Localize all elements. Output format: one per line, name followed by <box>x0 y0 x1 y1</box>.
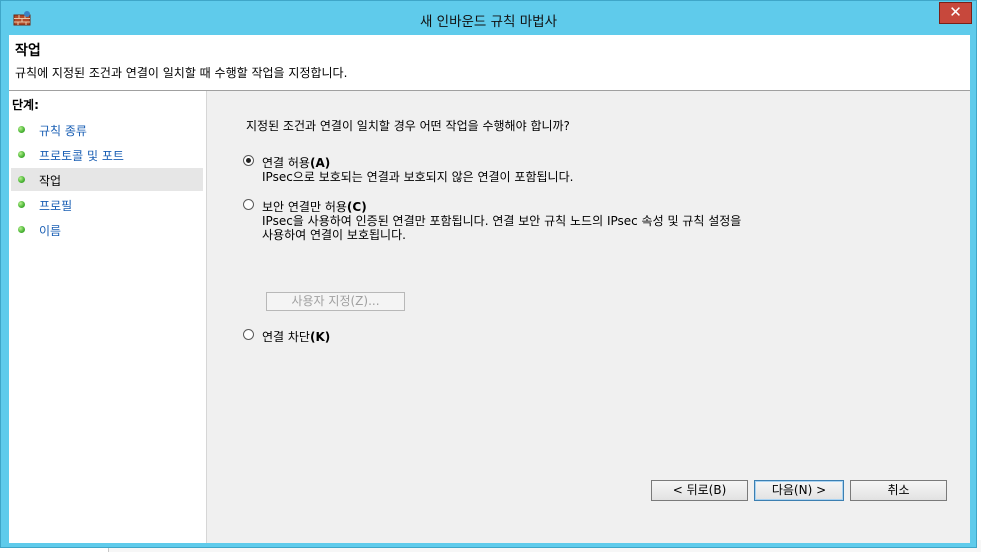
wizard-window: 새 인바운드 규칙 마법사 ✕ 작업 규칙에 지정된 조건과 연결이 일치할 때… <box>0 0 977 548</box>
step-label: 작업 <box>39 174 62 188</box>
step-label: 프로토콜 및 포트 <box>39 149 124 163</box>
allow-secure-description-line2: 사용하여 연결이 보호됩니다. <box>262 228 406 242</box>
page-description: 규칙에 지정된 조건과 연결이 일치할 때 수행할 작업을 지정합니다. <box>15 66 348 80</box>
allow-secure-radio[interactable] <box>243 199 254 210</box>
next-button[interactable]: 다음(N) > <box>754 480 844 501</box>
cancel-button[interactable]: 취소 <box>850 480 947 501</box>
steps-panel: 단계: 규칙 종류 프로토콜 및 포트 작업 프로필 이름 <box>9 91 207 543</box>
close-button[interactable]: ✕ <box>939 2 972 24</box>
green-dot-icon <box>18 176 25 183</box>
allow-secure-description-line1: IPsec을 사용하여 인증된 연결만 포함됩니다. 연결 보안 규칙 노드의 … <box>262 214 742 228</box>
allow-connection-label[interactable]: 연결 허용(A) <box>262 154 330 171</box>
back-button[interactable]: < 뒤로(B) <box>651 480 748 501</box>
title-bar[interactable]: 새 인바운드 규칙 마법사 ✕ <box>1 1 976 35</box>
allow-secure-label[interactable]: 보안 연결만 허용(C) <box>262 198 367 215</box>
block-connection-radio[interactable] <box>243 329 254 340</box>
page-title: 작업 <box>15 43 41 59</box>
steps-heading: 단계: <box>12 98 39 112</box>
green-dot-icon <box>18 201 25 208</box>
step-name[interactable]: 이름 <box>11 218 203 241</box>
action-question: 지정된 조건과 연결이 일치할 경우 어떤 작업을 수행해야 합니까? <box>246 119 570 133</box>
step-protocol-ports[interactable]: 프로토콜 및 포트 <box>11 143 203 166</box>
wizard-header: 작업 규칙에 지정된 조건과 연결이 일치할 때 수행할 작업을 지정합니다. <box>9 35 970 91</box>
block-connection-label[interactable]: 연결 차단(K) <box>262 328 330 345</box>
green-dot-icon <box>18 126 25 133</box>
customize-button[interactable]: 사용자 지정(Z)... <box>266 292 405 311</box>
step-profile[interactable]: 프로필 <box>11 193 203 216</box>
step-action[interactable]: 작업 <box>11 168 203 191</box>
step-label: 프로필 <box>39 199 73 213</box>
allow-connection-radio[interactable] <box>243 155 254 166</box>
wizard-client: 작업 규칙에 지정된 조건과 연결이 일치할 때 수행할 작업을 지정합니다. … <box>9 35 970 543</box>
green-dot-icon <box>18 151 25 158</box>
allow-connection-description: IPsec으로 보호되는 연결과 보호되지 않은 연결이 포함됩니다. <box>262 170 574 184</box>
step-label: 규칙 종류 <box>39 124 87 138</box>
step-rule-type[interactable]: 규칙 종류 <box>11 118 203 141</box>
green-dot-icon <box>18 226 25 233</box>
window-title: 새 인바운드 규칙 마법사 <box>419 14 558 30</box>
main-panel: 지정된 조건과 연결이 일치할 경우 어떤 작업을 수행해야 합니까? 연결 허… <box>207 91 970 543</box>
step-label: 이름 <box>39 224 62 238</box>
